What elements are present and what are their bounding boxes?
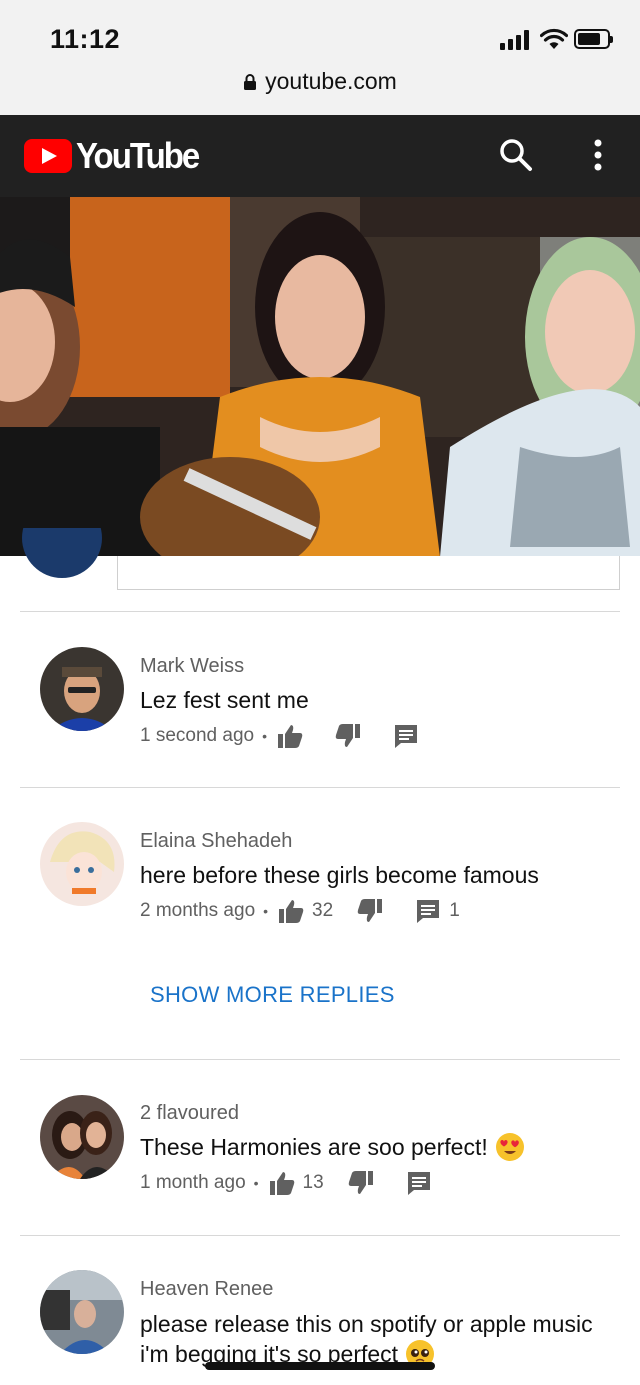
comment-meta: 2 months ago • 32 1 xyxy=(140,896,482,926)
address-bar[interactable]: youtube.com xyxy=(0,68,640,95)
comment-author[interactable]: 2 flavoured xyxy=(140,1102,239,1125)
comment-text: Lez fest sent me xyxy=(140,687,309,713)
comment-meta: 1 second ago • xyxy=(140,721,421,751)
comment-author[interactable]: Mark Weiss xyxy=(140,655,244,678)
show-more-replies-button[interactable]: SHOW MORE REPLIES xyxy=(150,982,395,1008)
status-time: 11:12 xyxy=(50,24,121,54)
battery-icon xyxy=(574,29,613,49)
youtube-logo[interactable]: YouTube xyxy=(24,135,200,176)
reply-count: 1 xyxy=(449,900,460,921)
comment-author[interactable]: Heaven Renee xyxy=(140,1278,273,1301)
dislike-icon[interactable] xyxy=(333,721,363,751)
browser-status-bar: 11:12 youtube.com xyxy=(0,0,640,115)
youtube-header: YouTube xyxy=(0,115,640,197)
home-indicator[interactable] xyxy=(205,1362,435,1370)
divider xyxy=(20,787,620,788)
comment-author[interactable]: Elaina Shehadeh xyxy=(140,830,292,853)
url-text: youtube.com xyxy=(265,68,397,94)
comment-text-content: please release this on spotify or apple … xyxy=(140,1311,593,1367)
comment-age: 1 month ago xyxy=(140,1172,246,1193)
video-player[interactable] xyxy=(0,197,640,556)
like-icon[interactable] xyxy=(276,896,306,926)
dislike-icon[interactable] xyxy=(355,896,385,926)
separator-dot: • xyxy=(253,1175,259,1191)
signal-icon xyxy=(500,30,530,50)
like-count: 32 xyxy=(312,900,334,921)
avatar[interactable] xyxy=(40,1095,124,1179)
comment-age: 1 second ago xyxy=(140,725,255,746)
comment-text-content: These Harmonies are soo perfect! xyxy=(140,1134,488,1160)
youtube-logo-text: YouTube xyxy=(76,135,200,176)
comment-text: here before these girls become famous xyxy=(140,862,539,888)
comment-meta: 1 month ago • 13 xyxy=(140,1168,434,1198)
avatar[interactable] xyxy=(40,1270,124,1354)
avatar[interactable] xyxy=(40,822,124,906)
divider xyxy=(20,1235,620,1236)
wifi-icon xyxy=(540,28,568,49)
like-icon[interactable] xyxy=(275,721,305,751)
reply-icon[interactable] xyxy=(391,721,421,751)
separator-dot: • xyxy=(262,728,267,744)
separator-dot: • xyxy=(263,903,269,919)
comment-age: 2 months ago xyxy=(140,900,256,921)
reply-icon[interactable] xyxy=(404,1168,434,1198)
partial-avatar xyxy=(22,528,102,578)
search-icon[interactable] xyxy=(496,135,536,175)
like-icon[interactable] xyxy=(267,1168,297,1198)
dislike-icon[interactable] xyxy=(346,1168,376,1198)
like-count: 13 xyxy=(302,1172,324,1193)
comment-text: These Harmonies are soo perfect! xyxy=(140,1132,610,1163)
divider xyxy=(20,611,620,612)
comment-text: please release this on spotify or apple … xyxy=(140,1309,610,1370)
more-options-icon[interactable] xyxy=(586,135,610,175)
reply-icon[interactable] xyxy=(413,896,443,926)
heart-eyes-emoji-icon xyxy=(495,1132,524,1161)
divider xyxy=(20,1059,620,1060)
avatar[interactable] xyxy=(40,647,124,731)
lock-icon xyxy=(244,74,257,90)
youtube-play-logo-icon xyxy=(24,139,72,173)
reply-input-box[interactable] xyxy=(117,556,620,590)
